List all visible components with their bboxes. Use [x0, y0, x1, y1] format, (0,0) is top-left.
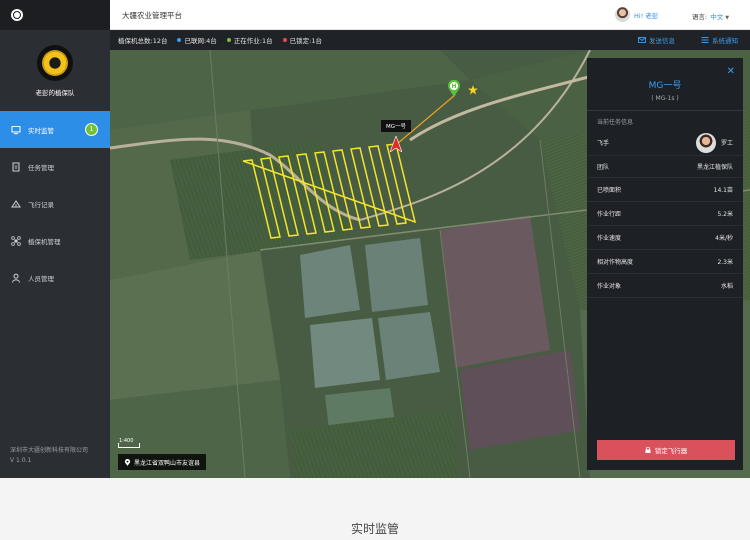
- nav-badge: 1: [85, 123, 98, 136]
- info-label: 相对作物高度: [597, 259, 634, 266]
- sidebar-item-label: 任务管理: [28, 163, 54, 172]
- section-label: 当前任务信息: [597, 119, 634, 126]
- footer-company: 深圳市大疆创新科技有限公司: [10, 447, 89, 454]
- svg-text:H: H: [451, 83, 456, 90]
- send-info-label: 发送信息: [649, 37, 675, 45]
- team-value: 黑龙江植保队: [696, 164, 733, 171]
- info-row: 相对作物高度 2.3米: [587, 250, 743, 274]
- scale-bar: [118, 443, 140, 448]
- info-row: 作业对象 水稻: [587, 274, 743, 298]
- sidebar-item-label: 实时监管: [28, 126, 54, 135]
- menu-icon: [701, 37, 709, 43]
- app-logo-icon[interactable]: [11, 9, 23, 21]
- top-header: 大疆农业管理平台 Hi! 老彭 语言: 中文 ▼: [110, 0, 750, 30]
- locked-dot-icon: [282, 38, 287, 42]
- pilot-label: 飞手: [597, 140, 610, 147]
- drone-icon: [11, 235, 21, 246]
- task-icon: [11, 162, 21, 172]
- language-label: 语言:: [692, 13, 708, 21]
- drone-label: MG一号: [381, 120, 412, 132]
- sidebar-item-label: 植保机管理: [28, 237, 61, 246]
- lock-aircraft-button[interactable]: 锁定飞行器: [597, 440, 735, 460]
- team-logo: [37, 45, 73, 81]
- footer-version: V 1.0.1: [10, 457, 32, 464]
- avatar: [615, 7, 630, 22]
- system-notify-button[interactable]: 系统通知: [701, 35, 738, 45]
- info-value: 5.2米: [717, 211, 733, 218]
- pilot-row: 飞手 罗工: [587, 130, 743, 156]
- monitor-icon: [11, 125, 21, 135]
- mail-icon: [638, 37, 646, 43]
- sidebar-top-bar: [0, 0, 110, 30]
- pilot-value: 罗工: [720, 140, 733, 147]
- flight-record-icon: [11, 199, 21, 209]
- stat-locked: 已锁定:1台: [282, 35, 322, 45]
- info-value: 4米/秒: [715, 235, 733, 242]
- team-label: 团队: [597, 164, 610, 171]
- people-icon: [11, 273, 21, 283]
- location-text: 黑龙江省双鸭山市友谊县: [134, 459, 201, 467]
- info-label: 作业对象: [597, 283, 622, 290]
- info-row: 已喷面积 14.1亩: [587, 178, 743, 202]
- stat-locked-label: 已锁定:1台: [289, 37, 322, 45]
- stat-working: 正在作业:1台: [226, 35, 273, 45]
- panel-subtitle: ( MG-1s ): [651, 95, 679, 102]
- sidebar-item-people[interactable]: 人员管理: [0, 259, 110, 296]
- sidebar-item-drones[interactable]: 植保机管理: [0, 222, 110, 259]
- team-name: 老彭的植保队: [35, 89, 75, 97]
- language-selector[interactable]: 语言: 中文 ▼: [692, 11, 729, 21]
- close-icon[interactable]: ✕: [727, 66, 735, 77]
- sidebar-item-flight-records[interactable]: 飞行记录: [0, 185, 110, 222]
- avatar: [695, 132, 716, 153]
- team-block: 老彭的植保队: [0, 30, 110, 110]
- system-notify-label: 系统通知: [712, 37, 738, 45]
- stat-online-label: 已联网:4台: [184, 37, 217, 45]
- chevron-down-icon: ▼: [725, 15, 730, 21]
- user-name: Hi! 老彭: [634, 11, 659, 20]
- sidebar-item-label: 飞行记录: [28, 200, 54, 209]
- info-label: 作业速度: [597, 235, 622, 242]
- online-dot-icon: [177, 38, 182, 42]
- info-label: 已喷面积: [597, 187, 622, 194]
- sidebar: 老彭的植保队 实时监管 1 任务管理 飞行记录 植保机管理 人员管理 深圳市大疆…: [0, 0, 110, 478]
- team-row: 团队 黑龙江植保队: [587, 156, 743, 178]
- panel-title: MG一号: [648, 81, 682, 91]
- location-pin-icon: [124, 458, 131, 466]
- location-box: 黑龙江省双鸭山市友谊县: [118, 454, 207, 470]
- language-value: 中文: [710, 13, 724, 21]
- working-dot-icon: [226, 38, 231, 42]
- user-menu[interactable]: Hi! 老彭: [615, 7, 658, 22]
- info-row: 作业行距 5.2米: [587, 202, 743, 226]
- drone-position-icon[interactable]: [390, 136, 402, 152]
- status-bar: 植保机总数:12台 已联网:4台 正在作业:1台 已锁定:1台 发送信息 系统通…: [110, 30, 750, 50]
- info-value: 14.1亩: [713, 187, 733, 194]
- pilot-value-wrap: 罗工: [695, 132, 733, 153]
- app-title: 大疆农业管理平台: [122, 11, 182, 20]
- lock-button-label: 锁定飞行器: [654, 447, 688, 455]
- send-info-button[interactable]: 发送信息: [638, 35, 675, 45]
- sidebar-item-tasks[interactable]: 任务管理: [0, 148, 110, 185]
- drone-info-panel: ✕ MG一号 ( MG-1s ) 当前任务信息 飞手 罗工 团队 黑龙江植保队 …: [587, 58, 743, 470]
- home-point-icon[interactable]: H: [447, 80, 461, 98]
- star-marker-icon: [468, 85, 478, 95]
- statusbar-actions: 发送信息 系统通知: [612, 30, 738, 50]
- lock-icon: [645, 447, 651, 453]
- stat-total: 植保机总数:12台: [118, 37, 168, 45]
- stat-online: 已联网:4台: [177, 35, 217, 45]
- sidebar-footer: 深圳市大疆创新科技有限公司 V 1.0.1: [10, 446, 88, 466]
- info-value: 2.3米: [717, 259, 733, 266]
- app-root: 老彭的植保队 实时监管 1 任务管理 飞行记录 植保机管理 人员管理 深圳市大疆…: [0, 0, 750, 478]
- sidebar-nav: 实时监管 1 任务管理 飞行记录 植保机管理 人员管理: [0, 111, 110, 296]
- stat-working-label: 正在作业:1台: [233, 37, 273, 45]
- page-caption: 实时监管: [350, 522, 399, 536]
- info-row: 作业速度 4米/秒: [587, 226, 743, 250]
- info-value: 水稻: [720, 283, 733, 290]
- sidebar-item-label: 人员管理: [28, 274, 54, 283]
- sidebar-item-realtime[interactable]: 实时监管 1: [0, 111, 110, 148]
- info-label: 作业行距: [597, 211, 622, 218]
